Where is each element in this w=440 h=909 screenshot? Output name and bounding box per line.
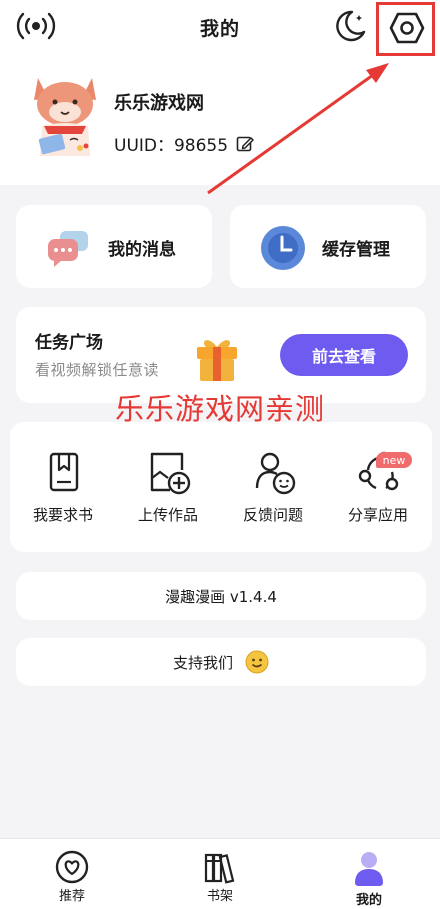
- top-bar: 我的: [0, 0, 440, 56]
- moon-icon[interactable]: [330, 6, 370, 46]
- heart-circle-icon: [53, 849, 91, 885]
- tool-request-book[interactable]: 我要求书: [13, 450, 113, 530]
- version-text: 漫趣漫画 v1.4.4: [165, 588, 277, 606]
- nav-bookshelf[interactable]: 书架: [160, 839, 280, 909]
- profile-icon: [350, 849, 388, 886]
- page-title: 我的: [199, 18, 240, 40]
- support-us-card[interactable]: 支持我们: [16, 638, 426, 686]
- nav-mine[interactable]: 我的: [309, 839, 429, 909]
- go-view-button[interactable]: 前去查看: [280, 334, 408, 376]
- cache-management-card[interactable]: 缓存管理: [230, 205, 426, 288]
- tool-feedback[interactable]: 反馈问题: [223, 450, 323, 530]
- nav-label: 推荐: [58, 889, 85, 904]
- uuid-row: UUID：98655: [114, 131, 254, 156]
- edit-icon[interactable]: [236, 135, 254, 153]
- tool-upload-work[interactable]: 上传作品: [118, 450, 218, 530]
- profile-info: 乐乐游戏网 UUID：98655: [30, 70, 430, 170]
- upload-work-icon: [148, 450, 191, 495]
- tool-label: 分享应用: [347, 506, 408, 524]
- book-request-icon: [43, 450, 85, 494]
- nav-label: 我的: [355, 893, 382, 908]
- cache-management-label: 缓存管理: [322, 240, 390, 260]
- nav-recommend[interactable]: 推荐: [12, 839, 132, 909]
- my-messages-label: 我的消息: [108, 240, 176, 260]
- smiley-icon: [245, 650, 269, 674]
- settings-hexagon-icon[interactable]: [386, 8, 428, 48]
- version-card[interactable]: 漫趣漫画 v1.4.4: [16, 572, 426, 620]
- clock-icon: [260, 225, 306, 270]
- tool-label: 反馈问题: [242, 506, 303, 524]
- tool-label: 上传作品: [137, 506, 198, 524]
- profile-header: 我的 乐乐游戏网 UUID：98655: [0, 0, 440, 185]
- tools-card: 我要求书 上传作品 反馈问题 分享应用: [10, 422, 432, 552]
- new-badge: new: [376, 452, 412, 468]
- uuid-label: UUID：98655: [114, 136, 229, 156]
- bookshelf-icon: [201, 849, 239, 885]
- tool-label: 我要求书: [32, 506, 93, 524]
- nav-label: 书架: [206, 889, 233, 904]
- chat-bubbles-icon: [46, 225, 92, 269]
- support-row: 支持我们: [16, 650, 426, 674]
- support-label: 支持我们: [172, 653, 233, 672]
- feedback-icon: [253, 450, 296, 495]
- username: 乐乐游戏网: [114, 93, 204, 114]
- my-messages-card[interactable]: 我的消息: [16, 205, 212, 288]
- avatar[interactable]: [30, 70, 100, 162]
- task-title: 任务广场: [35, 333, 103, 353]
- task-subtitle: 看视频解锁任意读: [35, 361, 160, 379]
- bottom-nav: 推荐 书架 我的: [0, 838, 440, 909]
- gift-icon: [194, 335, 240, 383]
